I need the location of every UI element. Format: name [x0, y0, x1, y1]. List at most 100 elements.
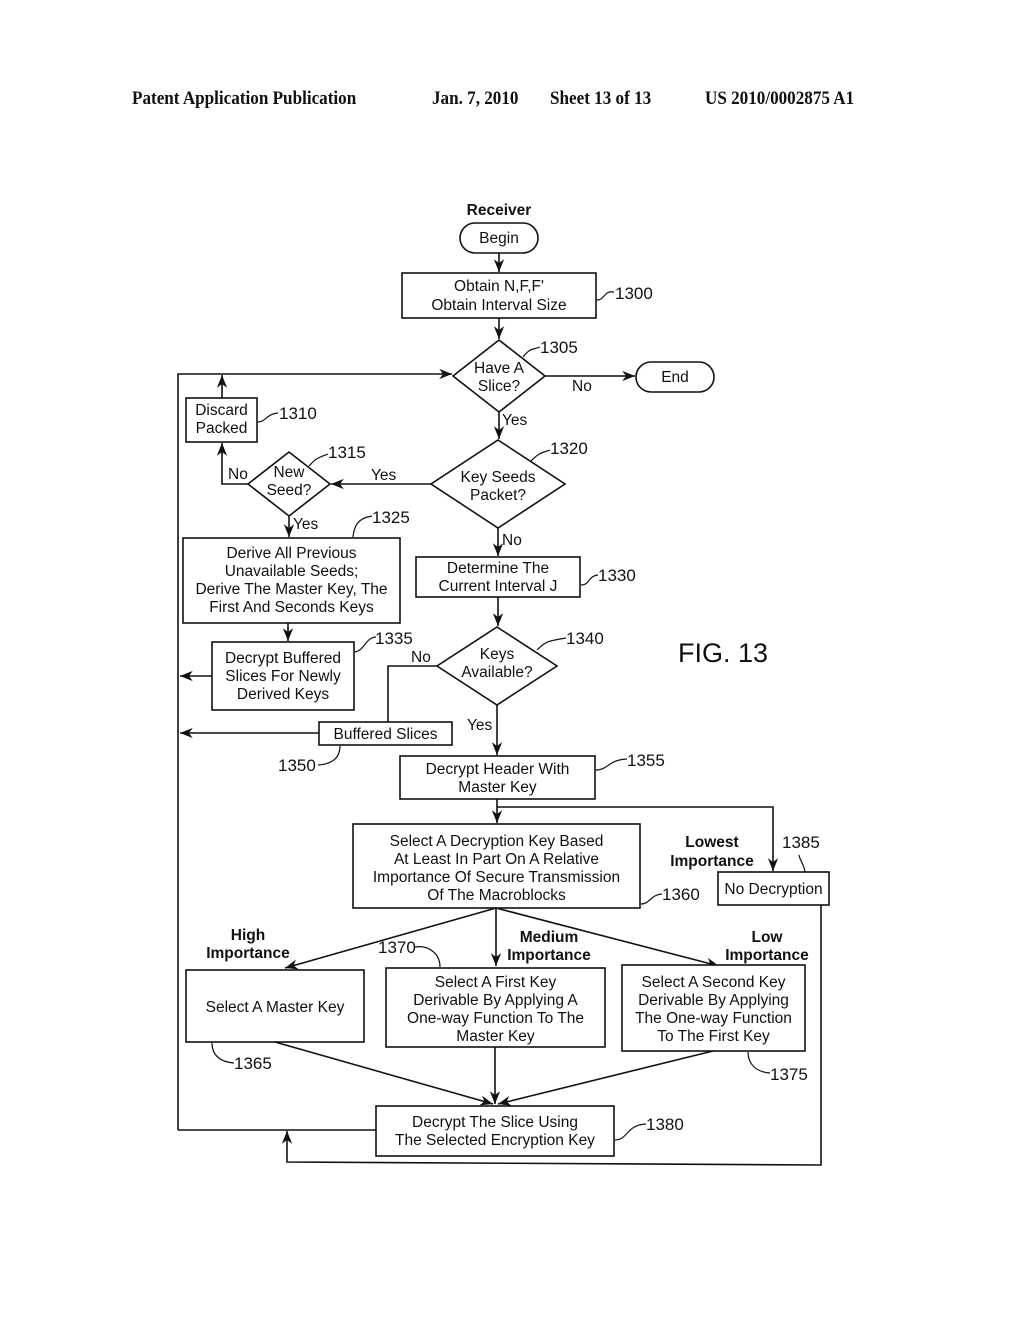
- ref-1300: 1300: [615, 284, 653, 303]
- label-lowest-importance-1: Lowest: [685, 834, 738, 851]
- label-medium-importance-1: Medium: [520, 929, 579, 946]
- svg-text:Derive All Previous: Derive All Previous: [226, 545, 356, 562]
- svg-text:Current Interval J: Current Interval J: [439, 578, 558, 595]
- ref-1320: 1320: [550, 439, 588, 458]
- edge-1365-1380: [274, 1041, 494, 1106]
- label-slice-no: No: [572, 378, 592, 395]
- leader-1330: [580, 574, 599, 586]
- ref-1385: 1385: [782, 833, 820, 852]
- svg-text:The Selected Encryption Key: The Selected Encryption Key: [395, 1132, 595, 1149]
- figure-title: Receiver: [467, 202, 532, 219]
- svg-text:To The First Key: To The First Key: [657, 1028, 770, 1045]
- svg-text:Keys: Keys: [480, 646, 515, 663]
- ref-1335: 1335: [375, 629, 413, 648]
- step-1300-obtain-parameters: Obtain N,F,F' Obtain Interval Size: [401, 272, 597, 319]
- svg-text:Seed?: Seed?: [267, 482, 312, 499]
- step-1350-buffered-slices: Buffered Slices: [318, 721, 453, 746]
- svg-text:First And Seconds Keys: First And Seconds Keys: [209, 599, 374, 616]
- label-high-importance-1: High: [231, 927, 265, 944]
- leader-1350: [317, 745, 341, 766]
- svg-text:Decrypt The Slice Using: Decrypt The Slice Using: [412, 1114, 578, 1131]
- svg-text:End: End: [661, 369, 689, 386]
- leader-1320: [530, 449, 551, 462]
- svg-text:Determine The: Determine The: [447, 560, 549, 577]
- svg-text:Obtain N,F,F': Obtain N,F,F': [454, 278, 544, 295]
- svg-text:Of The Macroblocks: Of The Macroblocks: [427, 887, 566, 904]
- svg-text:Unavailable Seeds;: Unavailable Seeds;: [225, 563, 359, 580]
- step-1310-discard-packed: Discard Packed: [185, 397, 258, 443]
- ref-1370: 1370: [378, 938, 416, 957]
- svg-text:Slice?: Slice?: [478, 378, 521, 395]
- leader-1310: [257, 412, 279, 423]
- leader-1300: [596, 291, 615, 301]
- ref-1340: 1340: [566, 629, 604, 648]
- flowchart: Receiver Begin Obtain N,F,F' Obtain Inte…: [177, 202, 830, 1166]
- svg-text:Key Seeds: Key Seeds: [461, 469, 536, 486]
- leader-1360: [640, 893, 663, 905]
- ref-1375: 1375: [770, 1065, 808, 1084]
- svg-text:One-way Function To The: One-way Function To The: [407, 1010, 584, 1027]
- label-keys-yes: Yes: [467, 717, 493, 734]
- leader-1375: [747, 1051, 771, 1074]
- step-1335-decrypt-buffered: Decrypt Buffered Slices For Newly Derive…: [211, 641, 355, 711]
- svg-text:Decrypt Buffered: Decrypt Buffered: [225, 650, 341, 667]
- leader-1365: [211, 1042, 235, 1064]
- label-low-importance-1: Low: [752, 929, 784, 946]
- step-1360-select-decryption-key: Select A Decryption Key Based At Least I…: [352, 823, 641, 909]
- decision-1340-keys-available: Keys Available?: [435, 626, 559, 706]
- label-keyseeds-yes: Yes: [371, 467, 397, 484]
- svg-text:Available?: Available?: [461, 664, 533, 681]
- svg-text:No Decryption: No Decryption: [724, 881, 822, 898]
- svg-text:Select A First Key: Select A First Key: [435, 974, 557, 991]
- svg-text:The One-way Function: The One-way Function: [635, 1010, 792, 1027]
- svg-text:Master Key: Master Key: [458, 779, 537, 796]
- decision-1320-key-seeds-packet: Key Seeds Packet?: [429, 439, 567, 529]
- svg-text:Buffered Slices: Buffered Slices: [334, 726, 438, 743]
- label-newseed-yes: Yes: [293, 516, 319, 533]
- end-terminator: End: [635, 361, 715, 393]
- svg-text:Derive The Master Key, The: Derive The Master Key, The: [195, 581, 387, 598]
- begin-terminator: Begin: [459, 222, 539, 254]
- label-medium-importance-2: Importance: [507, 947, 591, 964]
- ref-1315: 1315: [328, 443, 366, 462]
- edge-1340-1350: [387, 665, 437, 722]
- step-1330-determine-interval: Determine The Current Interval J: [415, 556, 581, 598]
- step-1355-decrypt-header: Decrypt Header With Master Key: [399, 755, 596, 800]
- svg-text:Decrypt Header With: Decrypt Header With: [426, 761, 570, 778]
- leader-1340: [536, 637, 567, 651]
- step-1380-decrypt-slice: Decrypt The Slice Using The Selected Enc…: [375, 1105, 615, 1157]
- svg-text:Packed: Packed: [196, 420, 248, 437]
- label-low-importance-2: Importance: [725, 947, 809, 964]
- step-1370-select-first-key: Select A First Key Derivable By Applying…: [385, 967, 606, 1048]
- label-newseed-no: No: [228, 466, 248, 483]
- ref-1380: 1380: [646, 1115, 684, 1134]
- figure-label: FIG. 13: [678, 638, 768, 668]
- label-slice-yes: Yes: [502, 412, 528, 429]
- svg-text:Select A Second Key: Select A Second Key: [642, 974, 786, 991]
- label-high-importance-2: Importance: [206, 945, 290, 962]
- label-keys-no: No: [411, 649, 431, 666]
- svg-text:Derivable By Applying A: Derivable By Applying A: [413, 992, 578, 1009]
- step-1375-select-second-key: Select A Second Key Derivable By Applyin…: [621, 964, 806, 1052]
- leader-1325: [352, 515, 373, 538]
- svg-text:Have A: Have A: [474, 360, 525, 377]
- step-1365-select-master-key: Select A Master Key: [185, 969, 365, 1043]
- svg-text:At Least In Part On A Relative: At Least In Part On A Relative: [394, 851, 599, 868]
- ref-1360: 1360: [662, 885, 700, 904]
- leader-1305: [522, 346, 541, 358]
- svg-text:Packet?: Packet?: [470, 487, 526, 504]
- step-1325-derive-seeds: Derive All Previous Unavailable Seeds; D…: [182, 537, 401, 624]
- ref-1355: 1355: [627, 751, 665, 770]
- ref-1350: 1350: [278, 756, 316, 775]
- leader-1385: [798, 854, 806, 873]
- ref-1365: 1365: [234, 1054, 272, 1073]
- ref-1310: 1310: [279, 404, 317, 423]
- svg-text:Importance Of Secure Transmiss: Importance Of Secure Transmission: [373, 869, 620, 886]
- edge-1375-1380: [497, 1050, 714, 1106]
- svg-text:Slices For Newly: Slices For Newly: [225, 668, 341, 685]
- leader-1370: [414, 946, 441, 968]
- svg-text:Derived Keys: Derived Keys: [237, 686, 329, 703]
- step-1385-no-decryption: No Decryption: [717, 871, 830, 906]
- leader-1315: [308, 453, 329, 467]
- svg-text:Obtain Interval Size: Obtain Interval Size: [431, 297, 566, 314]
